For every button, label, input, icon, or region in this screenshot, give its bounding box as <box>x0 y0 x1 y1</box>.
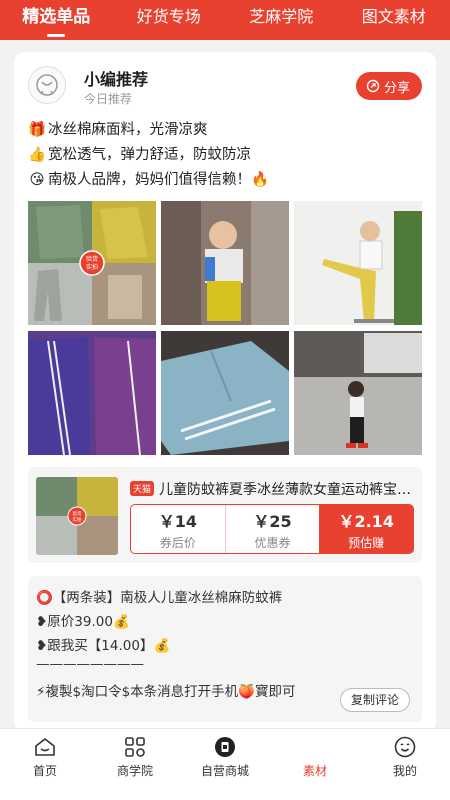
photo-kid-street[interactable] <box>294 331 422 455</box>
store-icon <box>215 736 235 757</box>
editor-avatar-icon <box>36 74 58 96</box>
copy-line: ❥跟我买【14.00】💰 <box>36 638 171 654</box>
share-button[interactable]: 分享 <box>355 72 422 100</box>
nav-academy-label: 商学院 <box>116 763 153 778</box>
grid-badge-line2: 实拍 <box>86 263 98 271</box>
nav-materials[interactable]: 素材 <box>270 729 360 784</box>
photo-blue-pants[interactable] <box>161 331 289 455</box>
thumbs-up-icon: 👍 <box>28 147 47 163</box>
share-icon <box>366 79 380 93</box>
photo-pants-collage[interactable]: 验货 实拍 <box>28 201 156 325</box>
post-description: 🎁 冰丝棉麻面料，光滑凉爽 👍 宽松透气，弹力舒适，防蚊防凉 😘 南极人品牌，妈妈们值… <box>28 118 424 193</box>
apps-grid-icon <box>125 736 145 757</box>
description-line: 😘 南极人品牌，妈妈们值得信赖！🔥 <box>28 168 424 193</box>
earnings-label: 预估赚 <box>348 535 385 550</box>
nav-profile[interactable]: 我的 <box>360 729 450 784</box>
post-subtitle: 今日推荐 <box>84 92 133 106</box>
comment-copy-box: ⭕【两条装】南极人儿童冰丝棉麻防蚊裤 ❥原价39.00💰 ❥跟我买【14.00】… <box>28 576 422 722</box>
thumb-badge-line2: 实拍 <box>73 516 82 523</box>
description-line: 🎁 冰丝棉麻面料，光滑凉爽 <box>28 118 424 143</box>
description-line: 👍 宽松透气，弹力舒适，防蚊防凉 <box>28 143 424 168</box>
photo-kid-kick[interactable] <box>294 201 422 325</box>
product-title[interactable]: 天猫 儿童防蚊裤夏季冰丝薄款女童运动裤宝宝... <box>130 479 414 499</box>
description-text: 宽松透气，弹力舒适，防蚊防凉 <box>48 147 251 163</box>
coupon-price: ￥14 券后价 <box>131 505 226 553</box>
copy-line: ⚡複製$淘口令$本条消息打开手机🍑寳即可 <box>36 684 296 700</box>
tab-academy[interactable]: 芝麻学院 <box>225 0 338 40</box>
tab-featured[interactable]: 精选单品 <box>0 0 113 40</box>
post-header: 小编推荐 今日推荐 分享 <box>28 66 422 108</box>
home-icon <box>35 737 55 756</box>
nav-home-label: 首页 <box>32 763 57 778</box>
coupon-amount-label: 优惠券 <box>254 535 291 550</box>
bottom-nav: 首页 商学院 自营商城 素材 我的 <box>0 728 450 784</box>
coupon-price-value: ￥14 <box>158 511 197 531</box>
share-label: 分享 <box>383 80 410 96</box>
copy-comment-button[interactable]: 复制评论 <box>339 688 410 712</box>
avatar[interactable] <box>28 66 66 104</box>
tmall-badge: 天猫 <box>130 481 155 496</box>
copy-line: ———————— <box>36 656 144 672</box>
price-box: ￥14 券后价 ￥25 优惠券 ￥2.14 预估赚 <box>130 504 414 554</box>
tab-materials[interactable]: 图文素材 <box>338 0 450 40</box>
earnings-value: ￥2.14 <box>338 511 394 531</box>
photo-kid-yellow-pants[interactable] <box>161 201 289 325</box>
post-card: 小编推荐 今日推荐 分享 🎁 冰丝棉麻面料，光滑凉爽 👍 宽松透气，弹力舒适，防蚊防… <box>14 52 436 732</box>
photo-purple-pants[interactable] <box>28 331 156 455</box>
author-name: 小编推荐 <box>84 70 149 89</box>
nav-store-label: 自营商城 <box>200 763 249 778</box>
nav-profile-label: 我的 <box>392 763 417 778</box>
nav-materials-label: 素材 <box>302 763 327 778</box>
product-thumbnail[interactable]: 验货 实拍 <box>36 477 118 555</box>
estimated-earnings[interactable]: ￥2.14 预估赚 <box>319 505 413 553</box>
nav-academy[interactable]: 商学院 <box>90 729 180 784</box>
product-card[interactable]: 验货 实拍 天猫 儿童防蚊裤夏季冰丝薄款女童运动裤宝宝... ￥14 券后价 ￥2… <box>28 467 422 563</box>
material-icon <box>306 737 324 756</box>
copy-line: ❥原价39.00💰 <box>36 614 130 630</box>
nav-store[interactable]: 自营商城 <box>180 729 270 784</box>
tab-good-goods[interactable]: 好货专场 <box>113 0 226 40</box>
product-title-text: 儿童防蚊裤夏季冰丝薄款女童运动裤宝宝... <box>159 482 414 498</box>
gift-icon: 🎁 <box>28 122 47 138</box>
home-indicator-area <box>0 784 450 800</box>
photo-grid: 验货 实拍 <box>28 201 422 455</box>
description-text: 南极人品牌，妈妈们值得信赖！🔥 <box>48 172 270 188</box>
nav-home[interactable]: 首页 <box>0 729 90 784</box>
thumb-badge-line1: 验货 <box>73 510 82 517</box>
grid-badge-line1: 验货 <box>86 255 98 263</box>
top-tab-bar: 精选单品 好货专场 芝麻学院 图文素材 <box>0 0 450 40</box>
description-text: 冰丝棉麻面料，光滑凉爽 <box>48 122 208 138</box>
kiss-face-icon: 😘 <box>29 172 45 188</box>
profile-face-icon <box>394 736 416 757</box>
coupon-amount[interactable]: ￥25 优惠券 <box>226 505 320 553</box>
coupon-price-label: 券后价 <box>159 535 196 550</box>
copy-line: ⭕【两条装】南极人儿童冰丝棉麻防蚊裤 <box>36 590 283 606</box>
coupon-amount-value: ￥25 <box>253 511 292 531</box>
